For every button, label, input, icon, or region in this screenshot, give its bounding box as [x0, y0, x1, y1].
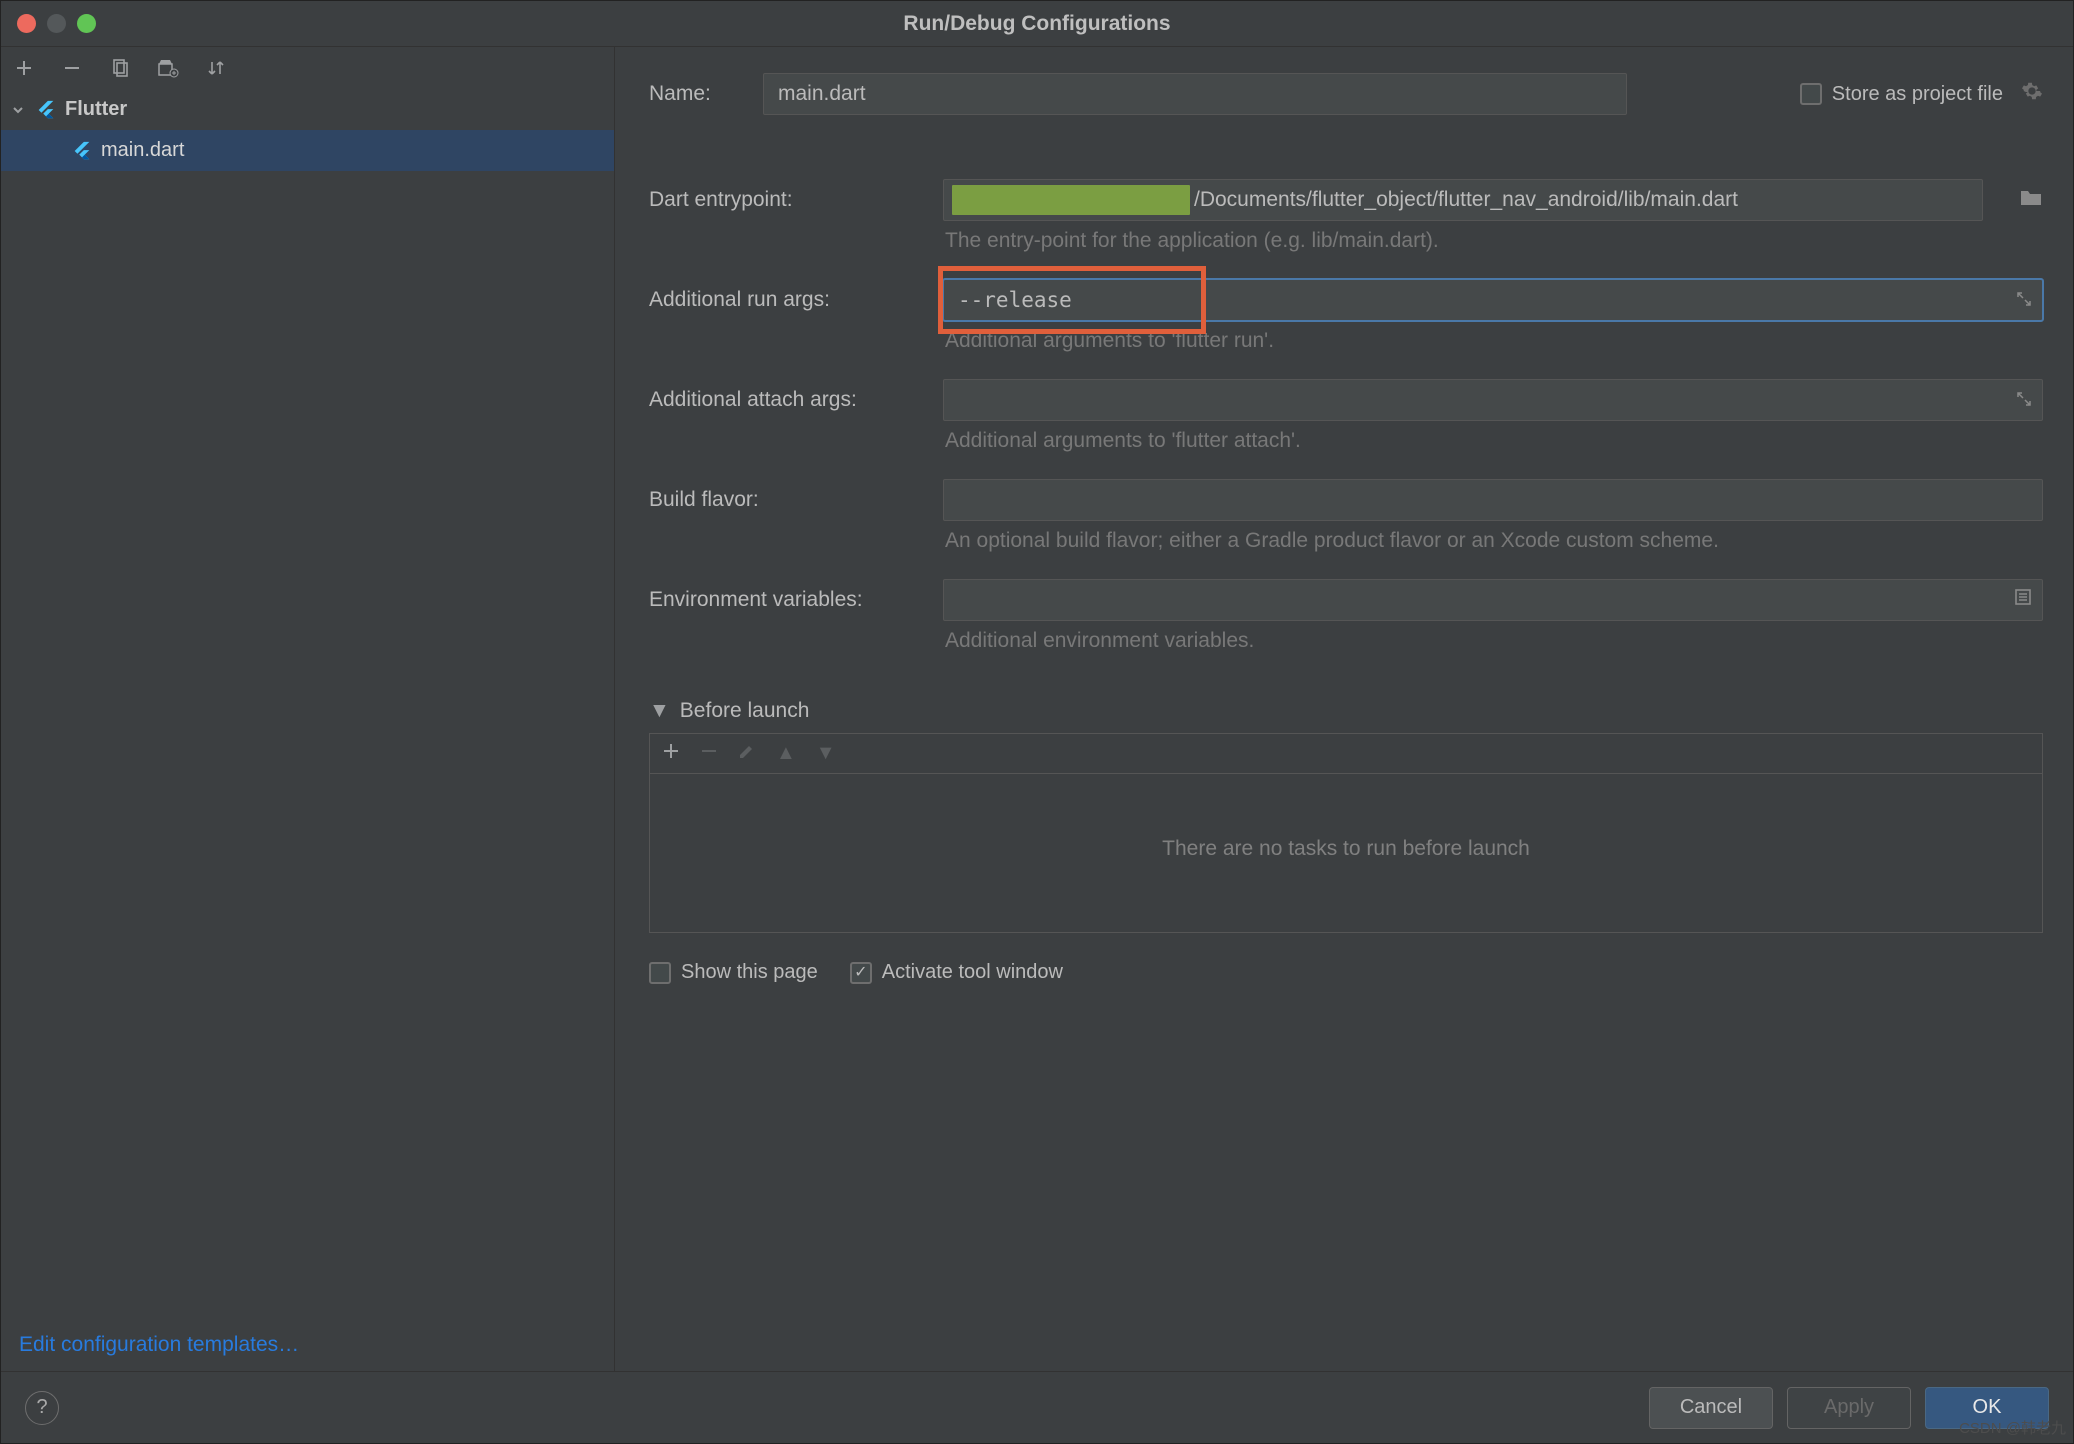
name-input[interactable]: main.dart: [763, 73, 1627, 115]
flavor-hint: An optional build flavor; either a Gradl…: [945, 529, 2043, 553]
tasks-empty-text: There are no tasks to run before launch: [650, 774, 2042, 924]
store-as-project-file[interactable]: Store as project file: [1800, 80, 2043, 108]
checkbox-row: Show this page Activate tool window: [649, 961, 2043, 984]
before-launch-title: Before launch: [680, 699, 810, 723]
show-page-checkbox[interactable]: Show this page: [649, 961, 818, 984]
checkbox-checked-icon: [850, 962, 872, 984]
close-window-icon[interactable]: [17, 14, 36, 33]
runargs-input[interactable]: --release: [943, 279, 2043, 321]
flutter-icon: [71, 140, 93, 162]
checkbox-icon: [1800, 83, 1822, 105]
redacted-path: [952, 185, 1190, 215]
attachargs-hint: Additional arguments to 'flutter attach'…: [945, 429, 2043, 453]
tree-node-flutter[interactable]: Flutter: [1, 89, 614, 130]
expand-icon[interactable]: [2016, 288, 2032, 312]
edit-templates-link[interactable]: Edit configuration templates…: [19, 1333, 299, 1356]
flutter-icon: [35, 99, 57, 121]
triangle-down-icon: ▼: [649, 699, 670, 723]
copy-config-icon[interactable]: [107, 55, 133, 81]
dialog-window: Run/Debug Configurations Flutter main: [0, 0, 2074, 1444]
config-tree: Flutter main.dart: [1, 89, 614, 1319]
remove-config-icon[interactable]: [59, 55, 85, 81]
name-label: Name:: [649, 82, 741, 106]
add-task-icon[interactable]: [662, 742, 680, 766]
move-up-icon[interactable]: ▲: [776, 742, 796, 765]
maximize-window-icon[interactable]: [77, 14, 96, 33]
sidebar-toolbar: [1, 47, 614, 89]
window-controls: [17, 14, 96, 33]
env-input[interactable]: [943, 579, 2043, 621]
browse-folder-icon[interactable]: [2019, 187, 2043, 213]
checkbox-icon: [649, 962, 671, 984]
add-config-icon[interactable]: [11, 55, 37, 81]
gear-icon[interactable]: [2021, 80, 2043, 108]
title-bar: Run/Debug Configurations: [1, 1, 2073, 47]
edit-task-icon[interactable]: [738, 742, 756, 766]
attachargs-label: Additional attach args:: [649, 388, 921, 412]
env-label: Environment variables:: [649, 588, 921, 612]
store-label: Store as project file: [1832, 83, 2003, 106]
sidebar: Flutter main.dart Edit configuration tem…: [1, 47, 615, 1371]
dialog-footer: ? Cancel Apply OK: [1, 1371, 2073, 1443]
apply-button[interactable]: Apply: [1787, 1387, 1911, 1429]
main-panel: Name: main.dart Store as project file Da…: [615, 47, 2073, 1371]
help-icon[interactable]: ?: [25, 1391, 59, 1425]
attachargs-input[interactable]: [943, 379, 2043, 421]
entrypoint-hint: The entry-point for the application (e.g…: [945, 229, 2043, 253]
expand-icon[interactable]: [2016, 388, 2032, 412]
minimize-window-icon[interactable]: [47, 14, 66, 33]
tree-leaf-label: main.dart: [101, 139, 184, 162]
entrypoint-input[interactable]: /Documents/flutter_object/flutter_nav_an…: [943, 179, 1983, 221]
before-launch-section: ▼ Before launch ▲ ▼ There are no tasks t…: [649, 699, 2043, 984]
activate-tool-checkbox[interactable]: Activate tool window: [850, 961, 1063, 984]
watermark: CSDN @韩老九: [1959, 1417, 2066, 1438]
tasks-toolbar: ▲ ▼: [650, 734, 2042, 774]
activate-tool-label: Activate tool window: [882, 961, 1063, 984]
cancel-button[interactable]: Cancel: [1649, 1387, 1773, 1429]
tree-leaf-main-dart[interactable]: main.dart: [1, 130, 614, 171]
entrypoint-label: Dart entrypoint:: [649, 188, 921, 212]
runargs-hint: Additional arguments to 'flutter run'.: [945, 329, 2043, 353]
runargs-label: Additional run args:: [649, 288, 921, 312]
save-config-icon[interactable]: [155, 55, 181, 81]
list-icon[interactable]: [2014, 588, 2032, 612]
move-down-icon[interactable]: ▼: [816, 742, 836, 765]
tasks-panel: ▲ ▼ There are no tasks to run before lau…: [649, 733, 2043, 933]
window-title: Run/Debug Configurations: [1, 12, 2073, 36]
sort-config-icon[interactable]: [203, 55, 229, 81]
show-page-label: Show this page: [681, 961, 818, 984]
flavor-input[interactable]: [943, 479, 2043, 521]
flavor-label: Build flavor:: [649, 488, 921, 512]
sidebar-footer: Edit configuration templates…: [1, 1319, 614, 1371]
tree-node-label: Flutter: [65, 98, 127, 121]
remove-task-icon[interactable]: [700, 742, 718, 766]
env-hint: Additional environment variables.: [945, 629, 2043, 653]
chevron-down-icon: [9, 103, 27, 117]
before-launch-header[interactable]: ▼ Before launch: [649, 699, 2043, 723]
